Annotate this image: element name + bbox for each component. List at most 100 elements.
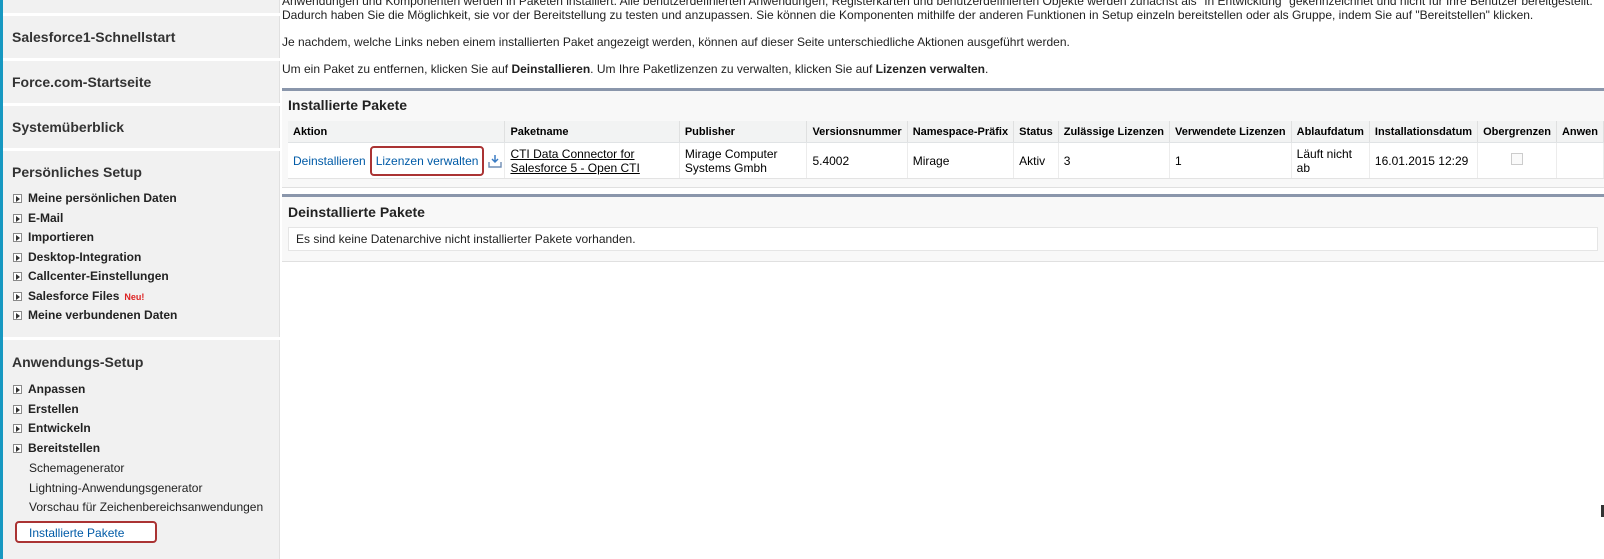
sidebar-item-label[interactable]: Bereitstellen	[28, 441, 100, 455]
installed-packages-title: Installierte Pakete	[288, 97, 408, 113]
download-icon[interactable]	[488, 154, 503, 169]
sidebar-item-label[interactable]: Salesforce Files	[28, 289, 119, 303]
intro-text: . Um Ihre Paketlizenzen zu verwalten, kl…	[590, 62, 876, 76]
table-row: Deinstallieren Lizenzen verwalten CTI Dat…	[288, 142, 1604, 179]
sidebar-item-callcenter[interactable]: Callcenter-Einstellungen	[13, 267, 169, 285]
column-header[interactable]: Paketname	[504, 121, 680, 143]
app-setup-title: Anwendungs-Setup	[12, 354, 144, 370]
empty-message: Es sind keine Datenarchive nicht install…	[288, 227, 1598, 251]
column-header[interactable]: Zulässige Lizenzen	[1058, 121, 1170, 143]
expiry-line: Läuft nicht	[1296, 146, 1353, 161]
intro-text-line-3: Je nachdem, welche Links neben einem ins…	[282, 35, 1070, 49]
sidebar-item-label[interactable]: Entwickeln	[28, 421, 91, 435]
sidebar-subitem-lightning-app-builder[interactable]: Lightning-Anwendungsgenerator	[29, 479, 202, 497]
sidebar-item-email[interactable]: E-Mail	[13, 209, 63, 227]
allowed-licenses-cell: 3	[1058, 142, 1170, 179]
expand-triangle-icon[interactable]	[13, 424, 22, 433]
uninstall-link[interactable]: Deinstallieren	[293, 154, 366, 168]
publisher-line: Systems Gmbh	[684, 160, 767, 175]
column-header[interactable]: Versionsnummer	[806, 121, 908, 143]
package-name-link[interactable]: CTI Data Connector for Salesforce 5 - Ope…	[510, 147, 639, 175]
publisher-cell: Mirage Computer Systems Gmbh	[679, 142, 808, 179]
sidebar-item-salesforce-files[interactable]: Salesforce Files Neu!	[13, 287, 144, 305]
package-name-line[interactable]: CTI Data Connector for	[510, 147, 634, 161]
app-cell	[1556, 142, 1604, 179]
setup-sidebar: Salesforce1-Schnellstart Force.com-Start…	[0, 0, 280, 559]
limits-cell	[1477, 142, 1557, 179]
namespace-cell: Mirage	[907, 142, 1015, 179]
sidebar-item-customize[interactable]: Anpassen	[13, 380, 85, 398]
column-header[interactable]: Publisher	[679, 121, 808, 143]
install-date-cell: 16.01.2015 12:29	[1369, 142, 1479, 179]
sidebar-item-personal-data[interactable]: Meine persönlichen Daten	[13, 189, 177, 207]
status-cell: Aktiv	[1013, 142, 1059, 179]
package-name-cell: CTI Data Connector for Salesforce 5 - Ope…	[504, 142, 680, 179]
intro-text: Um ein Paket zu entfernen, klicken Sie a…	[282, 62, 512, 76]
installed-packages-panel: Installierte Pakete Aktion Paketname Pub…	[282, 88, 1604, 188]
column-header[interactable]: Anwen	[1556, 121, 1604, 143]
expand-triangle-icon[interactable]	[13, 444, 22, 453]
checkbox-icon	[1511, 153, 1523, 165]
manage-licenses-link[interactable]: Lizenzen verwalten	[376, 154, 479, 168]
sidebar-item-label[interactable]: Installierte Pakete	[29, 526, 124, 540]
sidebar-item-connected-data[interactable]: Meine verbundenen Daten	[13, 306, 177, 324]
sidebar-item-label[interactable]: E-Mail	[28, 211, 63, 225]
expand-triangle-icon[interactable]	[13, 233, 22, 242]
expand-triangle-icon[interactable]	[13, 253, 22, 262]
intro-text-line-1: Anwendungen und Komponenten werden in Pa…	[282, 0, 1593, 8]
version-cell: 5.4002	[806, 142, 908, 179]
sidebar-item-label[interactable]: Erstellen	[28, 402, 79, 416]
column-header[interactable]: Status	[1013, 121, 1059, 143]
sidebar-subitem-schema-builder[interactable]: Schemagenerator	[29, 459, 124, 477]
expand-triangle-icon[interactable]	[13, 385, 22, 394]
sidebar-item-label[interactable]: Desktop-Integration	[28, 250, 141, 264]
column-header[interactable]: Obergrenzen	[1477, 121, 1557, 143]
sidebar-section-force-home[interactable]: Force.com-Startseite	[3, 61, 280, 103]
intro-bold-uninstall: Deinstallieren	[511, 62, 591, 76]
publisher-line: Mirage Computer	[684, 146, 778, 161]
sidebar-top-block	[3, 0, 280, 13]
sidebar-item-label[interactable]: Anpassen	[28, 382, 85, 396]
sidebar-item-import[interactable]: Importieren	[13, 228, 94, 246]
expand-triangle-icon[interactable]	[13, 214, 22, 223]
sidebar-item-label[interactable]: Importieren	[28, 230, 94, 244]
sidebar-personal-setup: Persönliches Setup Meine persönlichen Da…	[3, 151, 280, 337]
sidebar-item-desktop-integration[interactable]: Desktop-Integration	[13, 248, 141, 266]
column-header[interactable]: Verwendete Lizenzen	[1169, 121, 1292, 143]
expand-triangle-icon[interactable]	[13, 194, 22, 203]
expiry-line: ab	[1296, 160, 1310, 175]
uninstalled-packages-panel: Deinstallierte Pakete Es sind keine Date…	[282, 194, 1604, 262]
sidebar-item-label[interactable]: Callcenter-Einstellungen	[28, 269, 169, 283]
sidebar-item-develop[interactable]: Entwickeln	[13, 419, 91, 437]
sidebar-section-system-overview[interactable]: Systemüberblick	[3, 106, 280, 148]
intro-bold-manage-licenses: Lizenzen verwalten	[875, 62, 985, 76]
expand-triangle-icon[interactable]	[13, 311, 22, 320]
sidebar-subitem-canvas-preview[interactable]: Vorschau für Zeichenbereichsanwendungen	[29, 498, 263, 516]
column-header[interactable]: Namespace-Präfix	[907, 121, 1015, 143]
sidebar-section-label[interactable]: Salesforce1-Schnellstart	[12, 29, 175, 45]
column-header[interactable]: Installationsdatum	[1369, 121, 1479, 143]
intro-text-line-2: Dadurch haben Sie die Möglichkeit, sie v…	[282, 8, 1534, 22]
expand-triangle-icon[interactable]	[13, 292, 22, 301]
installed-packages-table: Aktion Paketname Publisher Versionsnumme…	[288, 121, 1604, 179]
intro-text-line-4: Um ein Paket zu entfernen, klicken Sie a…	[282, 62, 988, 76]
column-header[interactable]: Ablaufdatum	[1291, 121, 1370, 143]
sidebar-section-label[interactable]: Force.com-Startseite	[12, 74, 151, 90]
intro-text: .	[985, 62, 989, 76]
sidebar-item-installed-packages[interactable]: Installierte Pakete	[15, 521, 157, 543]
used-licenses-cell: 1	[1169, 142, 1292, 179]
expiry-cell: Läuft nicht ab	[1291, 142, 1370, 179]
new-badge: Neu!	[124, 292, 145, 302]
manage-licenses-highlight: Lizenzen verwalten	[369, 145, 485, 176]
expand-triangle-icon[interactable]	[13, 272, 22, 281]
package-name-line[interactable]: Salesforce 5 - Open CTI	[510, 161, 639, 175]
column-header: Aktion	[288, 121, 506, 143]
main-content: Anwendungen und Komponenten werden in Pa…	[282, 0, 1604, 559]
sidebar-item-create[interactable]: Erstellen	[13, 400, 79, 418]
sidebar-section-label[interactable]: Systemüberblick	[12, 119, 124, 135]
sidebar-item-label[interactable]: Meine persönlichen Daten	[28, 191, 177, 205]
expand-triangle-icon[interactable]	[13, 405, 22, 414]
sidebar-item-deploy[interactable]: Bereitstellen	[13, 439, 100, 457]
sidebar-item-label[interactable]: Meine verbundenen Daten	[28, 308, 177, 322]
sidebar-section-salesforce1[interactable]: Salesforce1-Schnellstart	[3, 16, 280, 58]
